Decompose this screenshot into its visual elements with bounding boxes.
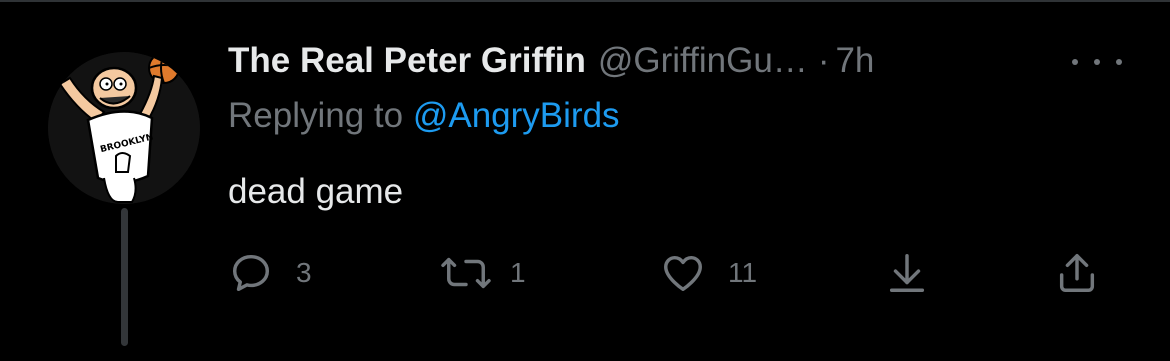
- retweet-button[interactable]: 1: [436, 250, 526, 296]
- heart-icon: [664, 255, 702, 292]
- separator-dot: ·: [817, 41, 830, 80]
- top-divider: [0, 0, 1170, 2]
- replying-to-mention[interactable]: @AngryBirds: [413, 96, 620, 135]
- like-button[interactable]: 11: [660, 250, 757, 296]
- avatar[interactable]: BROOKLYN: [48, 52, 200, 204]
- share-button[interactable]: [1054, 250, 1100, 296]
- timestamp[interactable]: 7h: [835, 41, 874, 81]
- thread-line: [121, 208, 128, 346]
- replying-to-line: Replying to @AngryBirds: [228, 96, 620, 136]
- download-arrow-icon: [889, 254, 925, 292]
- reply-count: 3: [296, 257, 312, 288]
- retweet-count: 1: [510, 257, 526, 288]
- peter-griffin-avatar-icon: BROOKLYN: [48, 52, 200, 204]
- tweet-header: The Real Peter Griffin @GriffinGu… · 7h: [228, 36, 874, 86]
- like-count: 11: [728, 257, 758, 288]
- reply-bubble-icon: [232, 254, 270, 292]
- reply-button[interactable]: 3: [228, 250, 312, 296]
- replying-to-label: Replying to: [228, 96, 413, 135]
- share-upload-icon: [1059, 254, 1095, 292]
- display-name[interactable]: The Real Peter Griffin: [228, 41, 586, 81]
- user-handle[interactable]: @GriffinGu…: [598, 41, 808, 81]
- tweet-text: dead game: [228, 172, 404, 211]
- save-button[interactable]: [884, 250, 930, 296]
- retweet-icon: [441, 257, 491, 289]
- more-options-icon[interactable]: [1072, 48, 1122, 76]
